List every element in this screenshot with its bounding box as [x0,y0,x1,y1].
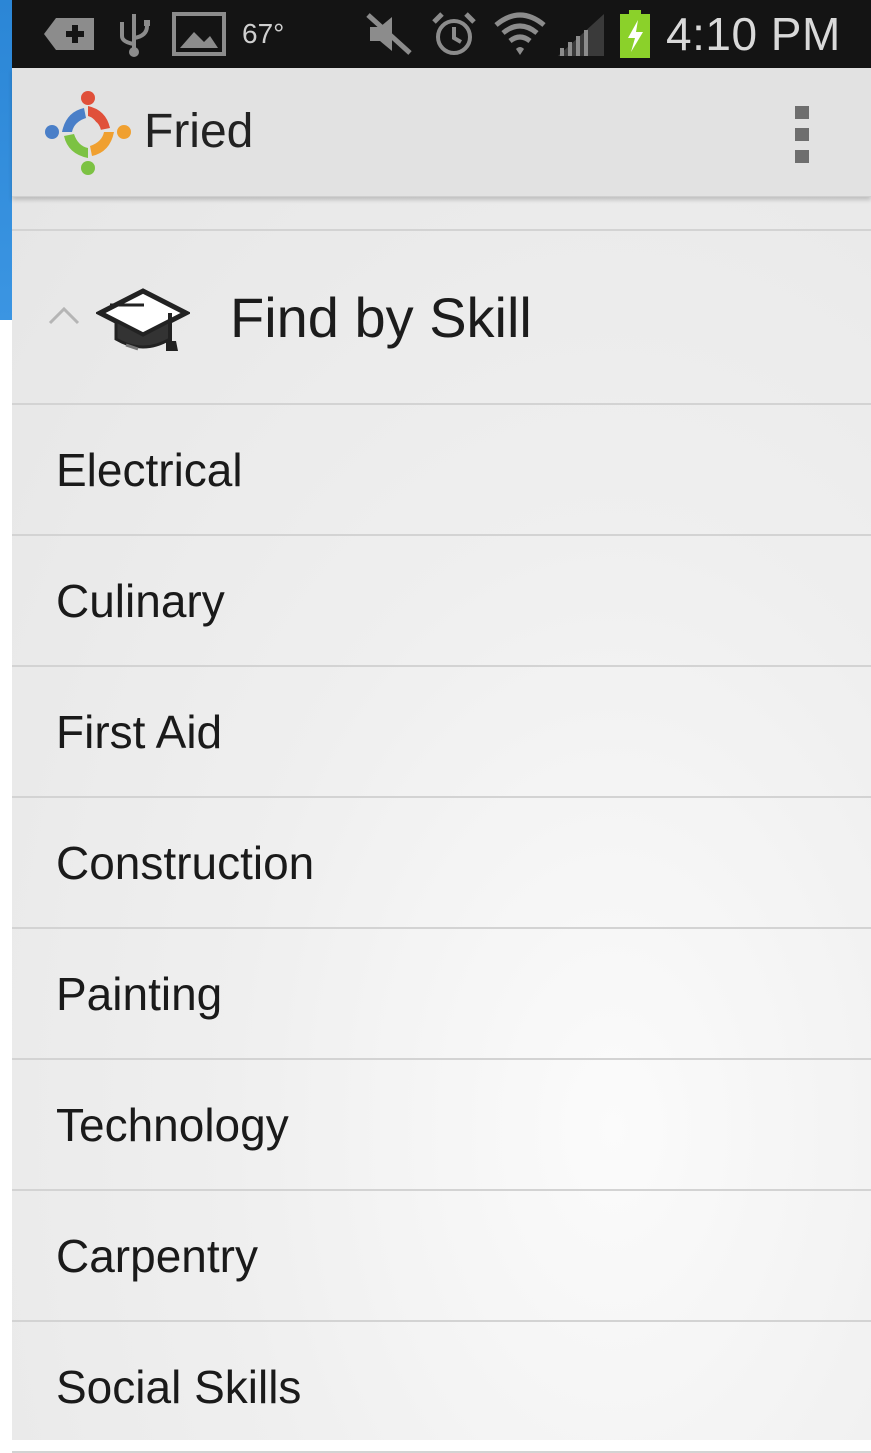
status-bar: 67° 4:10 PM [12,0,871,68]
clock-text: 4:10 PM [666,8,841,60]
chevron-up-icon [46,303,82,332]
skill-item-social-skills[interactable]: Social Skills [12,1322,871,1453]
skill-item-construction[interactable]: Construction [12,798,871,929]
temperature-text: 67° [242,18,285,49]
skill-item-electrical[interactable]: Electrical [12,405,871,536]
skill-item-technology[interactable]: Technology [12,1060,871,1191]
navigation-drawer: Find by Skill Electrical Culinary First … [12,196,871,1453]
action-bar: Fried [12,68,871,197]
skill-item-painting[interactable]: Painting [12,929,871,1060]
find-by-skill-header[interactable]: Find by Skill [12,231,871,405]
skill-label: First Aid [56,706,223,758]
skill-label: Culinary [56,575,225,627]
app-title: Fried [144,105,254,158]
skill-item-first-aid[interactable]: First Aid [12,667,871,798]
skill-label: Carpentry [56,1230,258,1282]
skill-label: Social Skills [56,1361,302,1413]
background-app-edge-lower [0,320,12,1440]
skill-item-carpentry[interactable]: Carpentry [12,1191,871,1322]
usb-icon [114,0,154,68]
skill-item-culinary[interactable]: Culinary [12,536,871,667]
image-icon [172,0,226,68]
alarm-icon [430,0,478,68]
mute-icon [364,0,414,68]
signal-icon [556,0,608,68]
wifi-icon [492,0,548,68]
add-notification-icon [42,0,98,68]
skill-label: Painting [56,968,223,1020]
fried-logo-icon[interactable] [44,88,136,185]
skill-label: Construction [56,837,315,889]
battery-charging-icon [618,0,652,68]
background-app-edge [0,0,12,320]
group-title: Find by Skill [230,286,532,349]
overflow-menu-icon[interactable] [782,98,822,170]
skill-list: Electrical Culinary First Aid Constructi… [12,405,871,1453]
skill-label: Technology [56,1099,289,1151]
skill-label: Electrical [56,444,243,496]
graduation-cap-icon [94,283,192,364]
